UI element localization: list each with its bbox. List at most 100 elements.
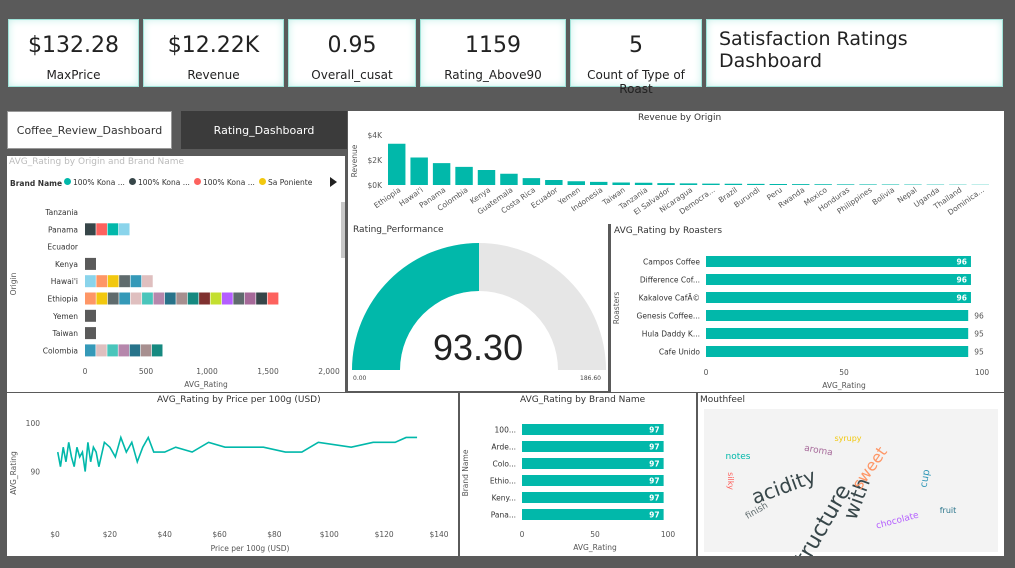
bar-segment bbox=[244, 292, 256, 305]
bar bbox=[706, 274, 971, 285]
bar-segment bbox=[151, 344, 163, 357]
y-tick-label: Hula Daddy K... bbox=[642, 330, 700, 339]
x-tick-label: $60 bbox=[212, 530, 227, 539]
bar-segment bbox=[187, 292, 199, 305]
bar bbox=[522, 424, 664, 435]
y-tick-label: Cafe Unido bbox=[659, 348, 701, 357]
bar bbox=[590, 181, 608, 185]
gauge-value: 93.30 bbox=[433, 327, 524, 368]
bar-segment bbox=[142, 292, 153, 305]
x-tick-label: Burundi bbox=[732, 185, 761, 209]
y-axis-label: Origin bbox=[9, 272, 18, 295]
tab-label: Rating_Dashboard bbox=[213, 123, 315, 137]
y-axis-label: Revenue bbox=[350, 144, 359, 177]
x-tick-label: $40 bbox=[158, 530, 173, 539]
kpi-value: 0.95 bbox=[327, 33, 377, 58]
revenue-by-origin-panel: Revenue by Origin $4K $2K $0K Revenue Ethiop… bbox=[348, 111, 1004, 224]
data-label: 97 bbox=[649, 494, 659, 503]
y-tick-label: 100 bbox=[26, 419, 41, 428]
x-tick-label: 500 bbox=[139, 367, 154, 376]
bar bbox=[706, 346, 969, 357]
bar bbox=[410, 157, 428, 185]
scrollbar[interactable] bbox=[341, 202, 345, 258]
bar-segment bbox=[107, 344, 118, 357]
bar-segment bbox=[85, 257, 96, 270]
bar-segment bbox=[96, 344, 107, 357]
y-tick-label: Genesis Coffee... bbox=[637, 312, 700, 321]
x-axis-label: AVG_Rating bbox=[822, 381, 866, 390]
bar-segment bbox=[176, 292, 188, 305]
tab-coffee-review-dashboard[interactable]: Coffee_Review_Dashboard bbox=[7, 111, 172, 149]
word: fruit bbox=[940, 506, 957, 515]
bar-segment bbox=[119, 292, 131, 305]
bar bbox=[522, 492, 664, 503]
bar bbox=[706, 292, 971, 303]
word: syrupy bbox=[834, 434, 861, 443]
bar bbox=[388, 143, 406, 185]
y-axis-label: Roasters bbox=[612, 292, 621, 325]
y-tick-label: 100... bbox=[495, 426, 516, 435]
y-tick-label: Colo... bbox=[492, 460, 516, 469]
y-tick-label: Panama bbox=[48, 225, 78, 234]
tab-rating-dashboard[interactable]: Rating_Dashboard bbox=[181, 111, 347, 149]
bar-segment bbox=[233, 292, 245, 305]
data-label: 97 bbox=[649, 426, 659, 435]
avg-rating-origin-brand-panel: AVG_Rating by Origin and Brand Name Bran… bbox=[7, 156, 345, 392]
bar bbox=[545, 180, 563, 185]
data-label: 96 bbox=[957, 294, 967, 303]
kpi-value: $132.28 bbox=[28, 33, 119, 58]
gauge-max-label: 186.60 bbox=[580, 375, 601, 382]
y-tick-label: Colombia bbox=[43, 346, 78, 355]
x-tick-label: 50 bbox=[590, 530, 600, 539]
avg-rating-origin-chart: Tanzania Panama Ecuador Kenya Hawai'i Ethiopi… bbox=[9, 208, 340, 389]
y-tick-label: Kakalove CafÃ© bbox=[639, 294, 700, 303]
y-axis-label: AVG_Rating bbox=[9, 451, 18, 495]
bar-segment bbox=[221, 292, 233, 305]
bar-segment bbox=[96, 292, 108, 305]
bar-segment bbox=[85, 327, 96, 340]
avg-rating-brand-chart: 100... 97 Arde... 97 Colo... 97 Ethio... 97 Keny… bbox=[461, 424, 676, 552]
x-tick-label: 0 bbox=[520, 530, 525, 539]
bar-segment bbox=[85, 344, 96, 357]
y-tick-label: Difference Cof... bbox=[640, 276, 700, 285]
kpi-value: 5 bbox=[629, 33, 643, 58]
bar bbox=[522, 475, 664, 486]
x-axis-label: Price per 100g (USD) bbox=[211, 544, 290, 553]
x-tick-label: 100 bbox=[661, 530, 676, 539]
x-tick-label: $140 bbox=[429, 530, 448, 539]
bar bbox=[706, 310, 969, 321]
kpi-label: Count of Type of Roast bbox=[587, 68, 685, 96]
x-tick-label: 50 bbox=[839, 368, 849, 377]
data-label: 96 bbox=[957, 276, 967, 285]
y-tick-label: $4K bbox=[368, 131, 384, 140]
kpi-card-roast-types: 5 Count of Type of Roast bbox=[570, 19, 702, 96]
kpi-card-rating-above90: 1159 Rating_Above90 bbox=[420, 19, 566, 87]
data-label: 97 bbox=[649, 443, 659, 452]
x-tick-label: 1,000 bbox=[196, 367, 218, 376]
x-axis-label: AVG_Rating bbox=[573, 543, 617, 552]
bar-segment bbox=[119, 275, 130, 288]
bar bbox=[500, 173, 518, 185]
dashboard-title-card: Satisfaction Ratings Dashboard bbox=[706, 19, 1003, 87]
bar-segment bbox=[118, 223, 130, 236]
bar-segment bbox=[130, 292, 142, 305]
bar-segment bbox=[85, 292, 96, 305]
bar bbox=[522, 458, 664, 469]
mouthfeel-panel: Mouthfeel acidity structure with sweet notes… bbox=[698, 393, 1004, 556]
bar-segment bbox=[199, 292, 210, 305]
kpi-label: Overall_cusat bbox=[311, 68, 393, 82]
x-tick-label: $80 bbox=[267, 530, 282, 539]
bar-segment bbox=[141, 275, 153, 288]
bar-segment bbox=[107, 275, 119, 288]
x-tick-label: $100 bbox=[320, 530, 339, 539]
revenue-by-origin-chart: $4K$2K$0KRevenueEthiopiaHawai'iPanamaCol… bbox=[350, 131, 989, 217]
bar bbox=[567, 181, 585, 185]
bar bbox=[706, 328, 969, 339]
word: notes bbox=[726, 452, 751, 462]
x-tick-label: 100 bbox=[975, 368, 990, 377]
bar-segment bbox=[85, 309, 96, 322]
bar-segment bbox=[140, 344, 152, 357]
gauge-min-label: 0.00 bbox=[353, 375, 367, 382]
x-tick-label: $20 bbox=[103, 530, 118, 539]
x-tick-label: 0 bbox=[83, 367, 88, 376]
